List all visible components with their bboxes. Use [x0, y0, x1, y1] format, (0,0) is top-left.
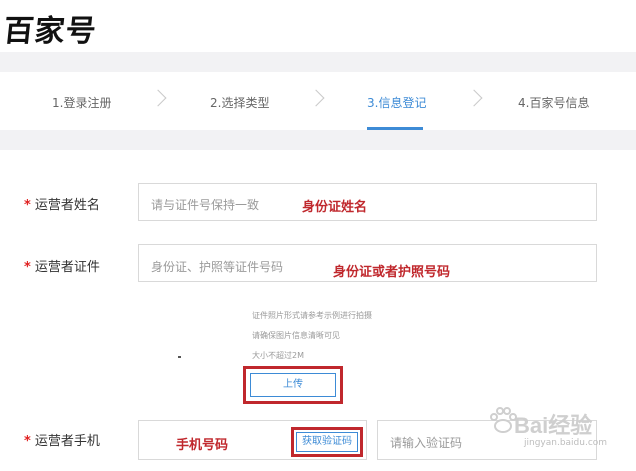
photo-placeholder-dot	[178, 356, 181, 358]
baijiahao-logo: 百家号	[1, 14, 99, 49]
step-baijiahao-info[interactable]: 4.百家号信息	[518, 94, 589, 111]
top-bar: 百家号	[0, 0, 636, 52]
baidu-jingyan-watermark: Bai经验 jingyan.baidu.com	[488, 402, 628, 462]
chevron-right-icon	[307, 89, 325, 107]
operator-phone-annotation: 手机号码	[176, 438, 229, 453]
upload-hint-1: 证件照片形式请参考示例进行拍摄	[252, 311, 372, 320]
active-step-indicator	[367, 127, 423, 130]
required-mark: *	[24, 260, 31, 275]
get-verification-code-button[interactable]: 获取验证码	[296, 432, 358, 452]
operator-id-annotation: 身份证或者护照号码	[333, 265, 451, 280]
operator-id-placeholder: 身份证、护照等证件号码	[151, 260, 284, 274]
upload-button[interactable]: 上传	[250, 373, 336, 397]
operator-name-label: * 运营者姓名	[24, 198, 100, 213]
registration-steps: 1.登录注册 2.选择类型 3.信息登记 4.百家号信息	[0, 72, 636, 130]
upload-hint-3: 大小不超过2M	[252, 351, 304, 360]
verification-code-placeholder: 请输入验证码	[390, 436, 463, 450]
upload-hint-2: 请确保图片信息清晰可见	[252, 331, 340, 340]
step-register[interactable]: 1.登录注册	[52, 94, 111, 111]
watermark-url: jingyan.baidu.com	[524, 438, 608, 448]
watermark-text: Bai经验	[514, 413, 593, 438]
chevron-right-icon	[149, 89, 167, 107]
required-mark: *	[24, 434, 31, 449]
operator-name-annotation: 身份证姓名	[302, 200, 368, 215]
required-mark: *	[24, 198, 31, 213]
chevron-right-icon	[465, 89, 483, 107]
step-info-registration[interactable]: 3.信息登记	[367, 94, 426, 111]
operator-phone-label: * 运营者手机	[24, 434, 100, 449]
operator-name-placeholder: 请与证件号保持一致	[151, 198, 260, 212]
operator-id-label: * 运营者证件	[24, 260, 100, 275]
step-choose-type[interactable]: 2.选择类型	[210, 94, 269, 111]
